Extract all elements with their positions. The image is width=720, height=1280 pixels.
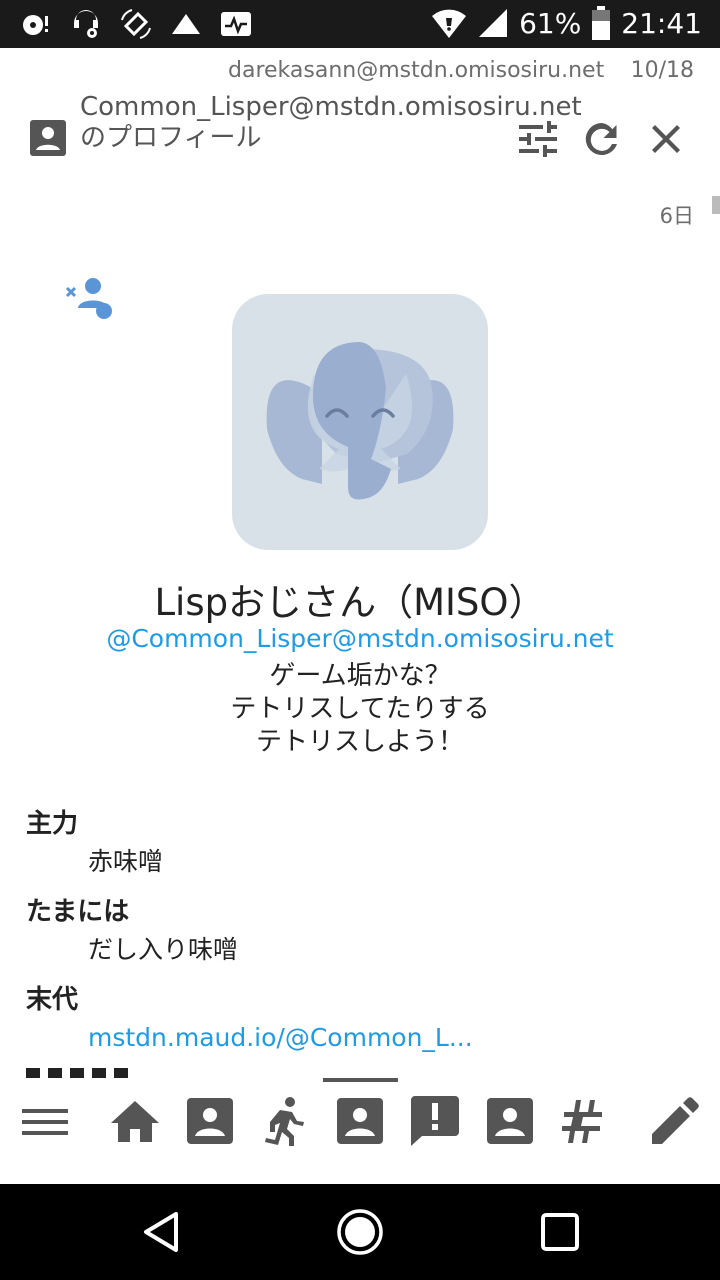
- note-line: ゲーム垢かな？: [269, 661, 451, 691]
- battery-percent: 61%: [519, 6, 582, 40]
- active-profile-column-button[interactable]: [335, 1096, 385, 1146]
- follow-status-icon[interactable]: [64, 274, 116, 322]
- signal-triangle-icon: [172, 14, 200, 34]
- column-header: Common_Lisper@mstdn.omisosiru.net のプロフィー…: [0, 92, 720, 188]
- profile-note: ゲーム垢かな？ テトリスしてたりする テトリスしよう！: [0, 660, 720, 759]
- system-status: 61% 21:41: [431, 6, 702, 40]
- hashtag-icon: [562, 1100, 602, 1143]
- field-value: だし入り味噌: [88, 935, 239, 964]
- running-icon: [265, 1097, 304, 1148]
- wifi-icon: [432, 9, 467, 38]
- pencil-icon: [652, 1097, 699, 1144]
- headset-settings-icon: [74, 10, 98, 38]
- profile-fields: 主力 赤味噌 たまには だし入り味噌 末代 mstdn.maud.io/@Com…: [26, 806, 706, 1070]
- column-title: Common_Lisper@mstdn.omisosiru.net のプロフィー…: [80, 92, 582, 153]
- scrollbar[interactable]: [712, 196, 720, 214]
- home-column-button[interactable]: [110, 1096, 160, 1146]
- profile-acct-link[interactable]: @Common_Lisper@mstdn.omisosiru.net: [0, 624, 720, 653]
- activity-column-button[interactable]: [260, 1096, 310, 1148]
- recents-button[interactable]: [536, 1208, 584, 1256]
- menu-icon: [22, 1109, 68, 1135]
- account-box-icon: [30, 120, 66, 156]
- system-nav-bar: [0, 1184, 720, 1280]
- back-triangle-icon: [144, 1212, 178, 1252]
- clipped-next-field: [26, 1068, 146, 1078]
- back-button[interactable]: [138, 1208, 186, 1256]
- mastodon-elephant-icon: [266, 342, 454, 500]
- battery-icon: [592, 6, 611, 40]
- profile-column-button-2[interactable]: [485, 1096, 535, 1146]
- column-position: 10/18: [630, 58, 694, 83]
- field-name: 主力: [26, 809, 79, 839]
- hashtag-column-button[interactable]: [560, 1096, 610, 1146]
- menu-button[interactable]: [20, 1096, 70, 1146]
- field-value: 赤味噌: [88, 847, 164, 876]
- close-button[interactable]: [645, 118, 687, 160]
- column-account: darekasann@mstdn.omisosiru.net: [228, 58, 605, 83]
- refresh-icon: [585, 122, 617, 155]
- column-account-row: darekasann@mstdn.omisosiru.net 10/18: [0, 58, 720, 88]
- home-nav-button[interactable]: [336, 1208, 384, 1256]
- relative-time: 6日: [659, 204, 694, 228]
- display-name: Lispおじさん（MISO）: [154, 581, 546, 624]
- field-name: 末代: [26, 985, 79, 1015]
- field-value-link[interactable]: mstdn.maud.io/@Common_L...: [26, 1018, 706, 1070]
- alert-comment-icon: [411, 1096, 459, 1146]
- account-box-icon: [487, 1098, 533, 1144]
- active-column-indicator: [323, 1078, 398, 1082]
- refresh-button[interactable]: [581, 118, 623, 160]
- notifications-column-button[interactable]: [410, 1096, 460, 1146]
- cell-signal-icon: [479, 9, 508, 37]
- close-icon: [652, 125, 680, 153]
- avatar[interactable]: [232, 294, 488, 550]
- disc-alert-icon: [23, 15, 48, 35]
- column-settings-button[interactable]: [517, 118, 559, 160]
- home-icon: [111, 1101, 159, 1142]
- note-line: テトリスしてたりする: [230, 694, 490, 724]
- account-box-icon: [337, 1098, 383, 1144]
- status-bar: 61% 21:41: [0, 0, 720, 48]
- account-box-icon: [187, 1098, 233, 1144]
- home-circle-icon: [337, 1209, 383, 1255]
- column-bar: [0, 1078, 720, 1184]
- field-name: たまには: [26, 897, 130, 927]
- tune-icon: [519, 121, 557, 157]
- activity-icon: [221, 12, 251, 36]
- recents-square-icon: [541, 1213, 579, 1251]
- profile-column-button[interactable]: [185, 1096, 235, 1146]
- note-line: テトリスしよう！: [255, 727, 464, 757]
- notification-icons: [20, 8, 252, 40]
- compose-button[interactable]: [650, 1096, 700, 1146]
- clock: 21:41: [621, 6, 702, 40]
- screen-rotation-icon: [121, 9, 151, 39]
